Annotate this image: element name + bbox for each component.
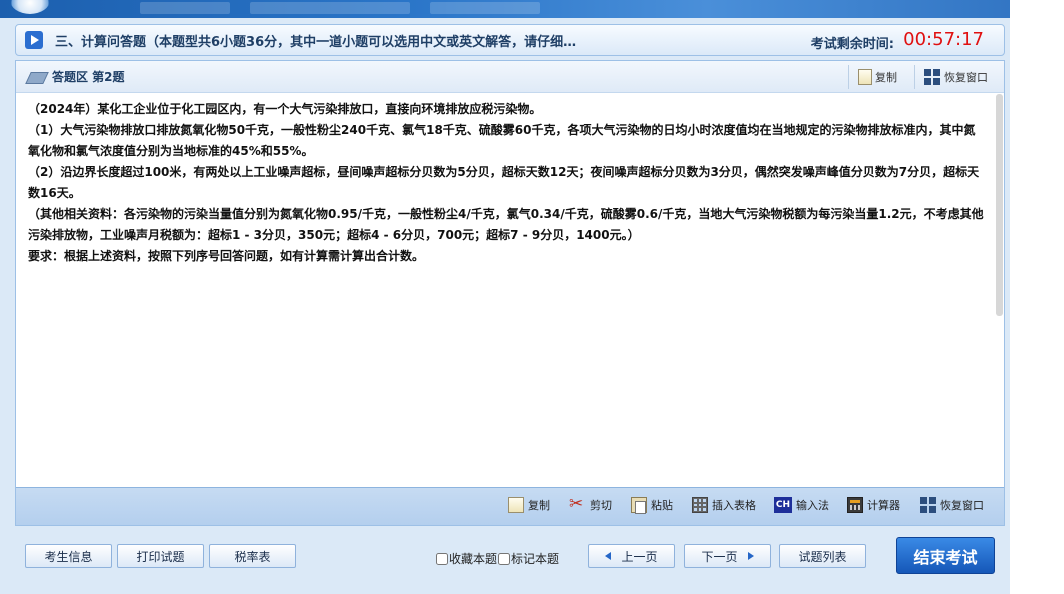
divider	[848, 65, 849, 89]
countdown-timer: 00:57:17	[903, 29, 984, 50]
question-text: （2024年）某化工企业位于化工园区内，有一个大气污染排放口，直接向环境排放应税…	[16, 93, 994, 487]
next-page-label: 下一页	[701, 549, 738, 564]
timer-label: 考试剩余时间:	[810, 37, 894, 52]
paste-icon	[631, 497, 647, 514]
calculator-button[interactable]: 计算器	[847, 493, 900, 517]
cut-button[interactable]: 剪切	[569, 493, 612, 517]
question-paragraph: 要求：根据上述资料，按照下列序号回答问题，如有计算需计算出合计数。	[28, 249, 425, 263]
restore-window-icon	[920, 497, 936, 513]
input-method-icon: CH	[774, 497, 792, 513]
question-paragraph: （2）沿边界长度超过100米，有两处以上工业噪声超标，昼间噪声超标分贝数为5分贝…	[28, 165, 980, 200]
previous-page-label: 上一页	[621, 549, 658, 564]
question-paragraph: （2024年）某化工企业位于化工园区内，有一个大气污染排放口，直接向环境排放应税…	[28, 102, 542, 116]
bookmark-checkbox[interactable]: 收藏本题	[436, 550, 497, 567]
divider	[914, 65, 915, 89]
restore-window-button[interactable]: 恢复窗口	[920, 493, 984, 517]
top-banner	[0, 0, 1010, 18]
question-list-button[interactable]: 试题列表	[779, 544, 866, 568]
mark-checkbox[interactable]: 标记本题	[498, 550, 559, 567]
calculator-label: 计算器	[867, 499, 900, 512]
banner-decoration	[140, 2, 230, 14]
logo-icon	[10, 0, 50, 14]
paste-label: 粘贴	[651, 499, 673, 512]
header-restore-label: 恢复窗口	[944, 71, 988, 84]
scissors-icon	[569, 494, 586, 514]
answer-header: 答题区 第2题 复制 恢复窗口	[16, 61, 1004, 93]
arrow-right-icon	[747, 552, 754, 560]
editor-toolbar: 复制 剪切 粘贴 插入表格 CH 输入法 计算器	[16, 487, 1004, 525]
tax-rate-table-button[interactable]: 税率表	[209, 544, 296, 568]
paste-button[interactable]: 粘贴	[631, 493, 673, 517]
exam-window: 三、计算问答题（本题型共6小题36分，其中一道小题可以选用中文或英文解答，请仔细…	[0, 0, 1010, 594]
header-restore-window-button[interactable]: 恢复窗口	[924, 66, 988, 88]
copy-button[interactable]: 复制	[508, 493, 550, 517]
insert-table-button[interactable]: 插入表格	[692, 493, 756, 517]
section-header: 三、计算问答题（本题型共6小题36分，其中一道小题可以选用中文或英文解答，请仔细…	[15, 24, 1005, 56]
copy-icon	[858, 69, 872, 85]
print-questions-button[interactable]: 打印试题	[117, 544, 204, 568]
candidate-info-button[interactable]: 考生信息	[25, 544, 112, 568]
table-icon	[692, 497, 708, 513]
header-copy-button[interactable]: 复制	[858, 66, 897, 88]
cut-label: 剪切	[590, 499, 612, 512]
copy-icon	[508, 497, 524, 513]
copy-label: 复制	[528, 499, 550, 512]
scrollbar[interactable]	[996, 94, 1003, 316]
restore-window-icon	[924, 69, 940, 85]
question-paragraph: （其他相关资料：各污染物的污染当量值分别为氮氧化物0.95/千克，一般性粉尘4/…	[28, 207, 984, 242]
end-exam-button[interactable]: 结束考试	[896, 537, 995, 574]
input-method-label: 输入法	[796, 499, 829, 512]
calculator-icon	[847, 497, 863, 513]
answer-area-title: 答题区 第2题	[52, 70, 125, 84]
play-icon[interactable]	[25, 31, 43, 49]
answer-panel: 答题区 第2题 复制 恢复窗口 （2024年）某化工企业位于化工园区内，有一个大…	[15, 60, 1005, 526]
bookmark-label: 收藏本题	[449, 552, 498, 566]
book-icon	[26, 70, 46, 84]
insert-table-label: 插入表格	[712, 499, 756, 512]
bookmark-checkbox-input[interactable]	[436, 552, 448, 565]
restore-window-label: 恢复窗口	[940, 499, 984, 512]
header-copy-label: 复制	[875, 71, 897, 84]
input-method-button[interactable]: CH 输入法	[774, 493, 829, 517]
section-title: 三、计算问答题（本题型共6小题36分，其中一道小题可以选用中文或英文解答，请仔细…	[55, 34, 577, 50]
mark-label: 标记本题	[511, 552, 560, 566]
arrow-left-icon	[605, 552, 612, 560]
next-page-button[interactable]: 下一页	[684, 544, 771, 568]
banner-decoration	[250, 2, 410, 14]
previous-page-button[interactable]: 上一页	[588, 544, 675, 568]
mark-checkbox-input[interactable]	[498, 552, 510, 565]
question-paragraph: （1）大气污染物排放口排放氮氧化物50千克，一般性粉尘240千克、氯气18千克、…	[28, 123, 976, 158]
banner-decoration	[430, 2, 540, 14]
